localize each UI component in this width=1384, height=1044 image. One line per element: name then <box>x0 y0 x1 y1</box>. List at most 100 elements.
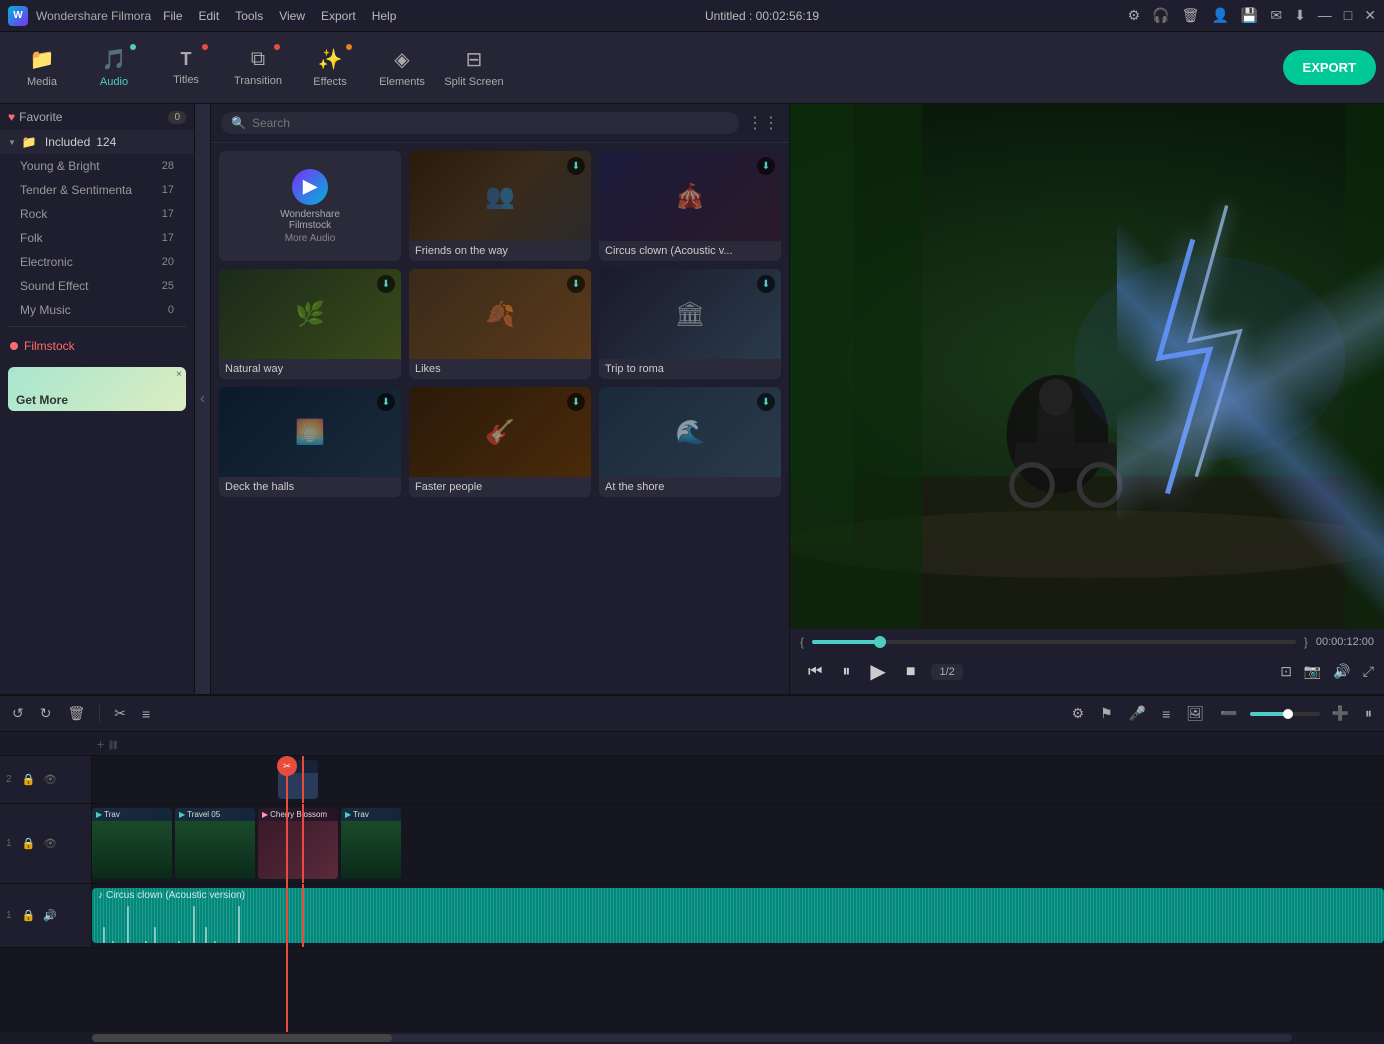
skip-back-button[interactable]: ⏮ <box>800 659 830 685</box>
sidebar-favorite[interactable]: ♥ Favorite 0 <box>0 104 194 130</box>
toolbar-elements[interactable]: ◈ Elements <box>368 36 436 100</box>
track-2-eye[interactable]: 👁 <box>41 771 59 788</box>
track-clip-travel3[interactable]: ▶ Trav <box>341 808 401 879</box>
bracket-left-button[interactable]: { <box>800 635 804 649</box>
sidebar-my-music[interactable]: My Music 0 <box>0 298 194 322</box>
sidebar-folk[interactable]: Folk 17 <box>0 226 194 250</box>
friends-download-icon[interactable]: ⬇ <box>567 157 585 175</box>
menu-export[interactable]: Export <box>321 9 356 23</box>
audio-track-volume[interactable]: 🔊 <box>41 907 59 924</box>
cut-button[interactable]: ✂ <box>110 701 130 726</box>
volume-icon[interactable]: 🔊 <box>1333 663 1350 680</box>
undo-button[interactable]: ↺ <box>8 701 28 726</box>
settings-icon[interactable]: ⚙ <box>1128 7 1141 24</box>
screenshot-icon[interactable]: 📷 <box>1304 663 1321 680</box>
menu-view[interactable]: View <box>279 9 305 23</box>
page-indicator[interactable]: 1/2 <box>931 664 962 680</box>
sidebar-collapse-button[interactable]: ‹ <box>195 104 211 694</box>
mail-icon[interactable]: ✉ <box>1270 7 1282 24</box>
sidebar-young-bright[interactable]: Young & Bright 28 <box>0 154 194 178</box>
playhead-handle[interactable]: ✂ <box>277 756 297 776</box>
zoom-slider[interactable] <box>1250 712 1320 716</box>
render-button[interactable]: ⚙ <box>1068 701 1089 726</box>
flag-button[interactable]: ⚑ <box>1096 701 1117 726</box>
search-input[interactable] <box>252 116 729 130</box>
sidebar-rock[interactable]: Rock 17 <box>0 202 194 226</box>
mic-button[interactable]: 🎤 <box>1125 701 1150 726</box>
sidebar-included[interactable]: ▼ 📁 Included 124 <box>0 130 194 154</box>
likes-download-icon[interactable]: ⬇ <box>567 275 585 293</box>
toolbar-media[interactable]: 📁 Media <box>8 36 76 100</box>
minimize-button[interactable]: — <box>1318 7 1332 24</box>
faster-people-card[interactable]: 🎸 ⬇ Faster people <box>409 387 591 497</box>
scrollbar-track[interactable] <box>92 1034 1292 1042</box>
shore-download-icon[interactable]: ⬇ <box>757 393 775 411</box>
plus-button[interactable]: ➕ <box>1328 701 1353 726</box>
thumbnail-button[interactable]: 🖼 <box>1182 701 1208 726</box>
bracket-right-button[interactable]: } <box>1304 635 1308 649</box>
banner-close-icon[interactable]: × <box>176 369 182 380</box>
toolbar-transition[interactable]: ⧉ Transition <box>224 36 292 100</box>
delete-button[interactable]: 🗑 <box>63 701 89 726</box>
sidebar-sound-effect[interactable]: Sound Effect 25 <box>0 274 194 298</box>
fullscreen-icon[interactable]: ⤢ <box>1363 663 1374 680</box>
get-more-banner[interactable]: × Get More <box>8 367 186 411</box>
screen-fit-icon[interactable]: ⊡ <box>1280 663 1292 680</box>
faster-download-icon[interactable]: ⬇ <box>567 393 585 411</box>
track-clip-travel1[interactable]: ▶ Trav <box>92 808 172 879</box>
download-icon[interactable]: ⬇ <box>1294 7 1306 24</box>
circus-clown-card[interactable]: 🎪 ⬇ Circus clown (Acoustic v... <box>599 151 781 261</box>
sidebar-tender[interactable]: Tender & Sentimenta 17 <box>0 178 194 202</box>
natural-download-icon[interactable]: ⬇ <box>377 275 395 293</box>
likes-card[interactable]: 🍂 ⬇ Likes <box>409 269 591 379</box>
sidebar-filmstock[interactable]: Filmstock <box>0 331 194 361</box>
transition-dot <box>274 44 280 50</box>
menu-tools[interactable]: Tools <box>235 9 263 23</box>
stop-button[interactable]: ■ <box>898 659 924 685</box>
track-2-lock[interactable]: 🔒 <box>20 771 38 788</box>
menu-edit[interactable]: Edit <box>199 9 220 23</box>
more-audio-card[interactable]: ▶ Wondershare Filmstock More Audio <box>219 151 401 261</box>
audio-adjust-button[interactable]: ≡ <box>138 702 154 726</box>
sidebar-electronic[interactable]: Electronic 20 <box>0 250 194 274</box>
menu-help[interactable]: Help <box>372 9 397 23</box>
toolbar-splitscreen[interactable]: ⊟ Split Screen <box>440 36 508 100</box>
toolbar-titles[interactable]: T Titles <box>152 36 220 100</box>
pause-tracks-button[interactable]: ⏸ <box>1361 701 1376 726</box>
toolbar-effects[interactable]: ✨ Effects <box>296 36 364 100</box>
track-1-eye[interactable]: 👁 <box>41 835 59 852</box>
deck-halls-card[interactable]: 🌅 ⬇ Deck the halls <box>219 387 401 497</box>
scrollbar-thumb[interactable] <box>92 1034 392 1042</box>
captions-button[interactable]: ≡ <box>1158 702 1174 726</box>
audio-icon[interactable]: 🎧 <box>1152 7 1169 24</box>
menu-file[interactable]: File <box>163 9 182 23</box>
save-icon[interactable]: 💾 <box>1241 7 1258 24</box>
circus-download-icon[interactable]: ⬇ <box>757 157 775 175</box>
maximize-button[interactable]: □ <box>1344 7 1352 24</box>
friends-on-way-card[interactable]: 👥 ⬇ Friends on the way <box>409 151 591 261</box>
export-button[interactable]: EXPORT <box>1283 50 1376 85</box>
trip-roma-card[interactable]: 🏛 ⬇ Trip to roma <box>599 269 781 379</box>
close-button[interactable]: ✕ <box>1364 7 1376 24</box>
track-clip-cherry[interactable]: ▶ Cherry Blossom <box>258 808 338 879</box>
timeline-scrollbar[interactable] <box>0 1032 1384 1044</box>
progress-bar[interactable] <box>812 640 1296 644</box>
redo-button[interactable]: ↻ <box>36 701 56 726</box>
trip-download-icon[interactable]: ⬇ <box>757 275 775 293</box>
trash-icon[interactable]: 🗑 <box>1182 7 1200 24</box>
track-clip-travel2[interactable]: ▶ Travel 05 <box>175 808 255 879</box>
play-button[interactable]: ▶ <box>862 655 893 688</box>
track-1-lock[interactable]: 🔒 <box>20 835 38 852</box>
step-back-button[interactable]: ⏸ <box>834 659 858 685</box>
user-icon[interactable]: 👤 <box>1211 7 1228 24</box>
natural-way-card[interactable]: 🌿 ⬇ Natural way <box>219 269 401 379</box>
at-shore-card[interactable]: 🌊 ⬇ At the shore <box>599 387 781 497</box>
audio-track-lock[interactable]: 🔒 <box>20 907 38 924</box>
minus-button[interactable]: ➖ <box>1216 701 1241 726</box>
folk-count: 17 <box>162 232 174 244</box>
add-track-icon[interactable]: ＋ ⛓ <box>92 740 119 750</box>
young-bright-count: 28 <box>162 160 174 172</box>
toolbar-audio[interactable]: 🎵 Audio <box>80 36 148 100</box>
deck-download-icon[interactable]: ⬇ <box>377 393 395 411</box>
grid-options-icon[interactable]: ⋮⋮ <box>747 113 779 133</box>
